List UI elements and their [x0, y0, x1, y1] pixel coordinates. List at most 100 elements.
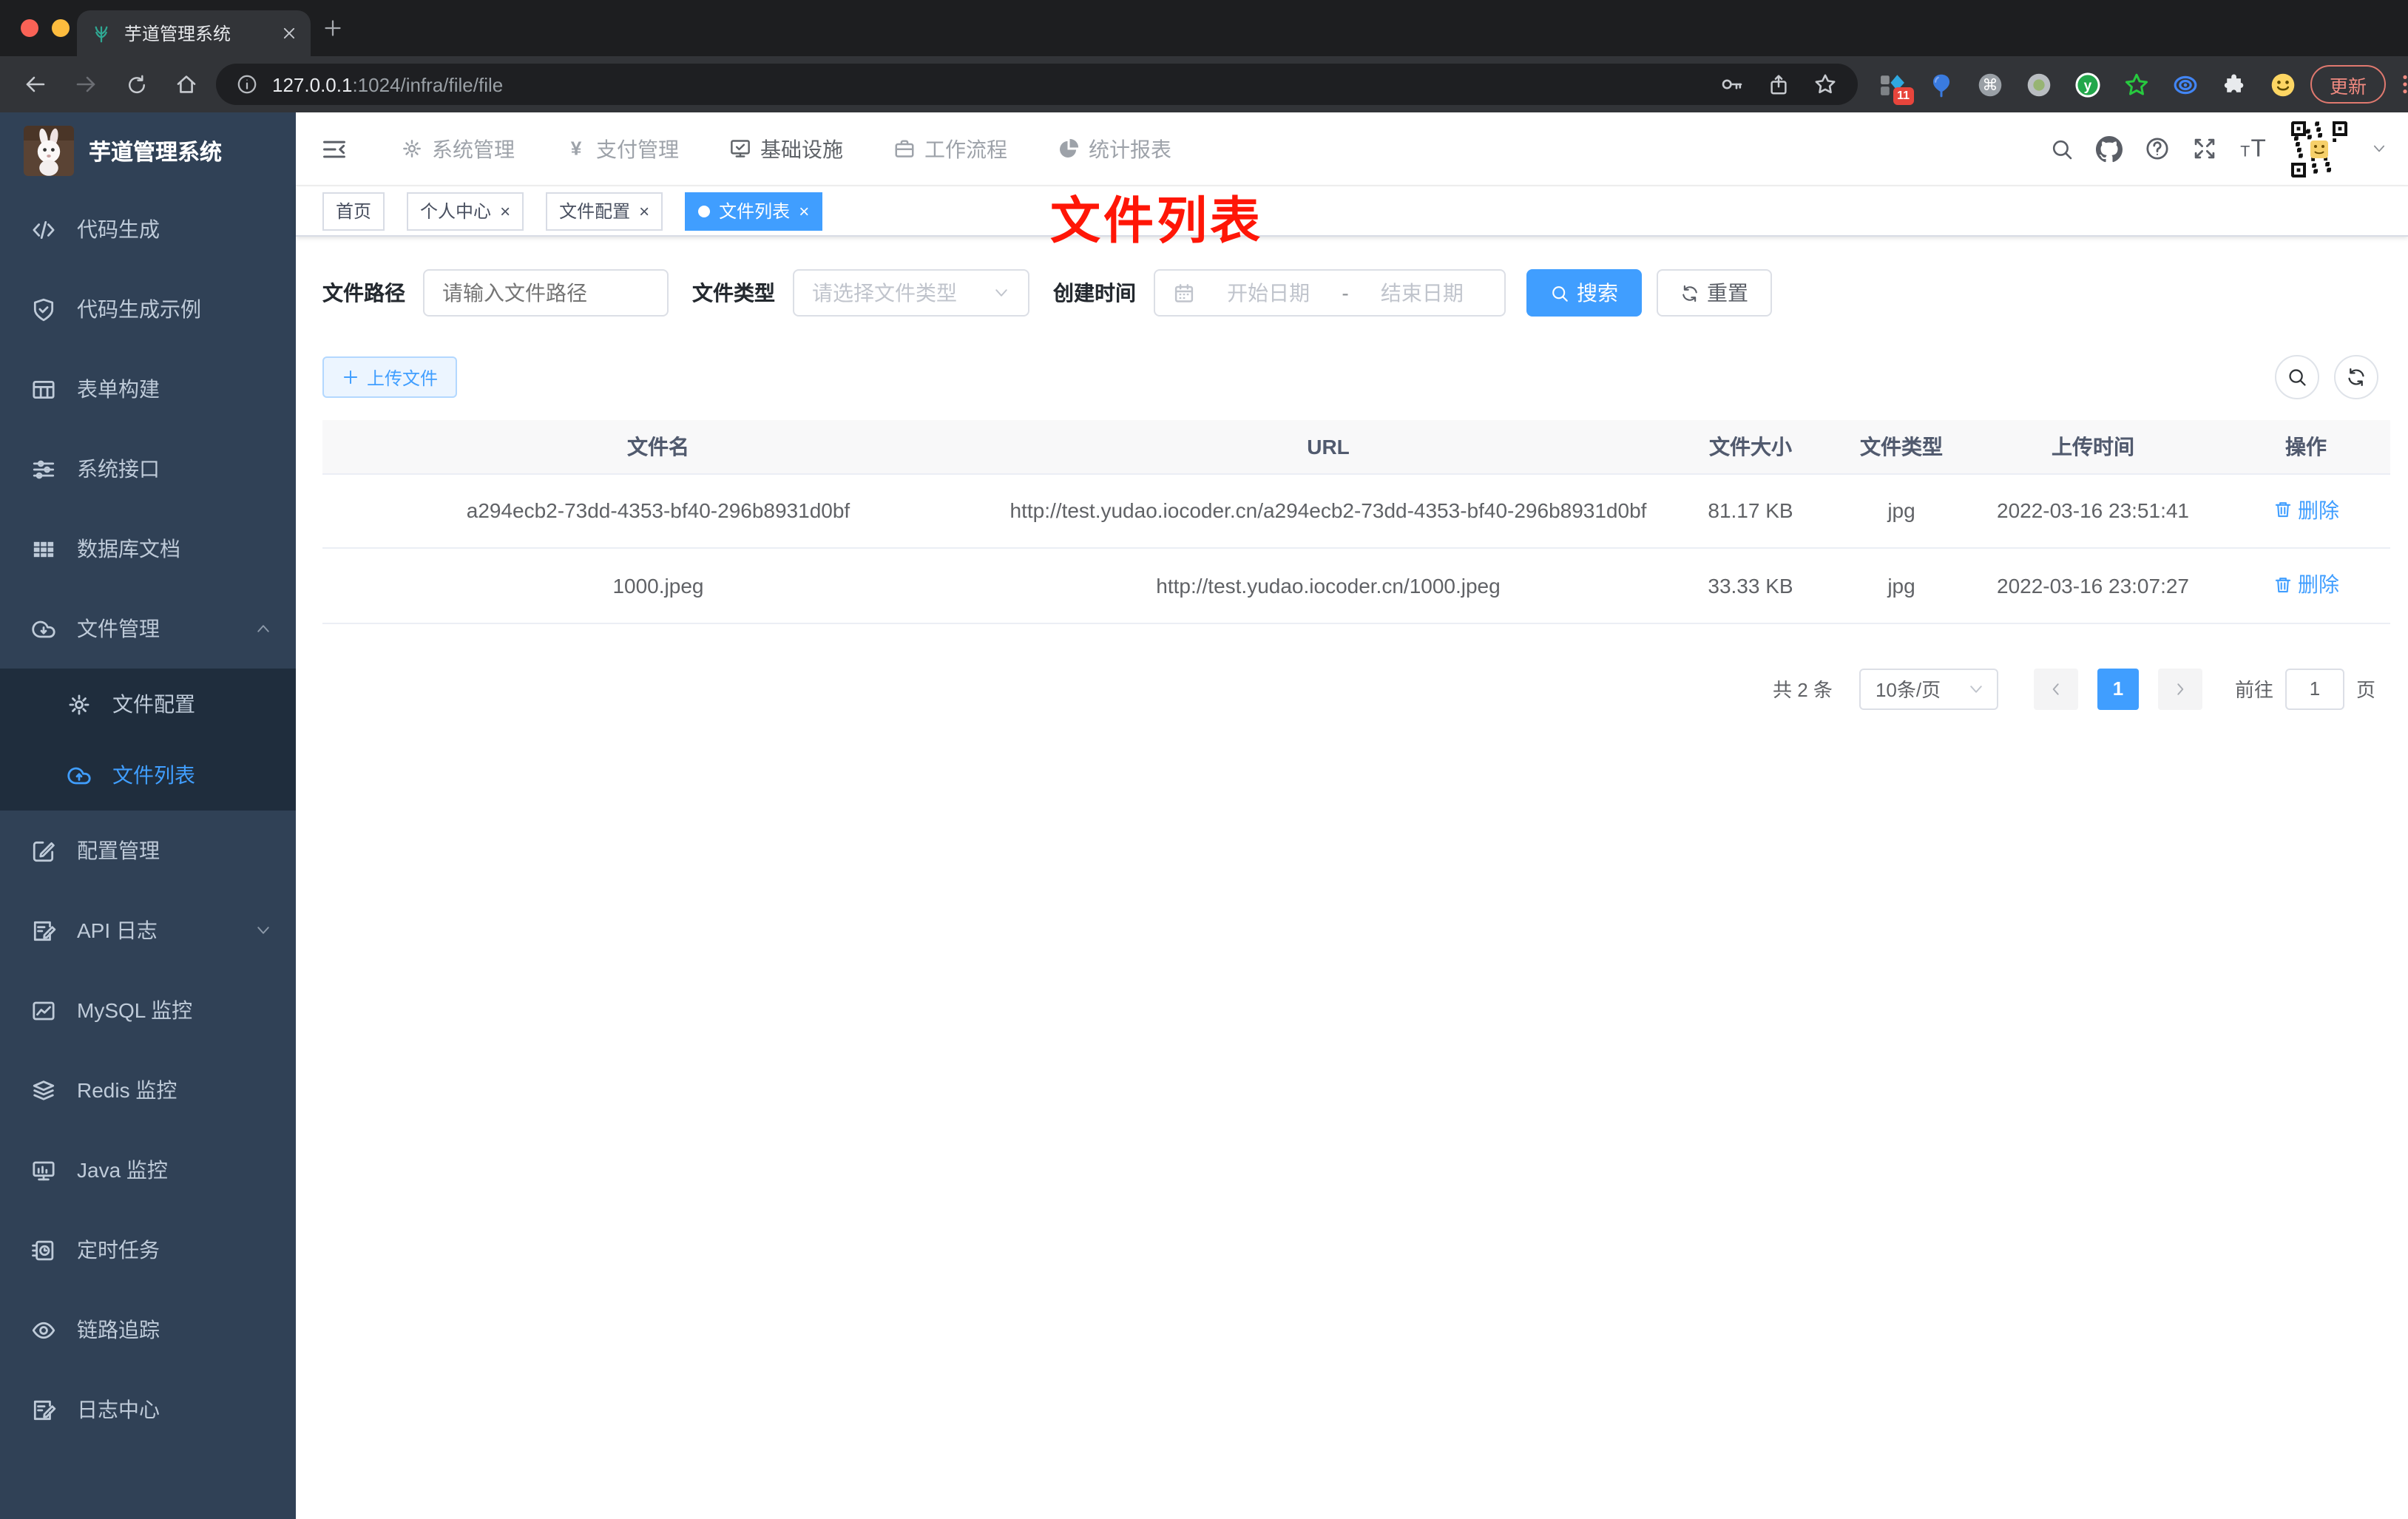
sidebar-item-系统接口[interactable]: 系统接口	[0, 429, 296, 509]
date-range-picker[interactable]: 开始日期 - 结束日期	[1154, 269, 1506, 317]
sidebar-item-定时任务[interactable]: 定时任务	[0, 1210, 296, 1290]
site-info-icon[interactable]	[237, 74, 257, 95]
upload-file-label: 上传文件	[367, 368, 439, 388]
qr-code-avatar[interactable]	[2290, 119, 2349, 178]
home-button[interactable]	[166, 64, 207, 105]
sidebar-logo[interactable]: 芋道管理系统	[0, 112, 296, 189]
sidebar-item-代码生成示例[interactable]: 代码生成示例	[0, 269, 296, 349]
sidebar-item-文件管理[interactable]: 文件管理	[0, 589, 296, 669]
new-tab-button[interactable]	[322, 18, 343, 38]
help-icon[interactable]	[2145, 136, 2170, 161]
password-key-icon[interactable]	[1720, 72, 1744, 96]
search-icon[interactable]	[2050, 137, 2074, 160]
eye-icon	[30, 1317, 56, 1342]
sidebar-item-文件列表[interactable]: 文件列表	[0, 740, 296, 811]
tag-首页[interactable]: 首页	[322, 192, 385, 230]
sidebar-item-API 日志[interactable]: API 日志	[0, 890, 296, 970]
delete-button[interactable]: 删除	[2273, 493, 2339, 526]
puzzle-extension-icon[interactable]	[2220, 71, 2247, 98]
sidebar-item-链路追踪[interactable]: 链路追踪	[0, 1290, 296, 1370]
bookmark-star-icon[interactable]	[1813, 72, 1837, 96]
database-grid-icon	[30, 536, 56, 561]
cell-name: a294ecb2-73dd-4353-bf40-296b8931d0bf	[322, 473, 994, 549]
page-size-value: 10条/页	[1875, 679, 1941, 701]
green-star-extension-icon[interactable]	[2123, 71, 2149, 98]
top-menu-基础设施[interactable]: 基础设施	[729, 134, 843, 163]
show-search-button[interactable]	[2275, 355, 2319, 399]
sliders-icon	[30, 456, 56, 481]
upload-file-button[interactable]: 上传文件	[322, 356, 458, 398]
font-size-icon[interactable]: TT	[2239, 135, 2267, 163]
top-menu-系统管理[interactable]: 系统管理	[401, 134, 515, 163]
command-extension-icon[interactable]: ⌘	[1976, 71, 2003, 98]
tag-close-icon[interactable]: ×	[799, 202, 809, 220]
browser-update-button[interactable]: 更新	[2310, 65, 2387, 104]
browser-menu-icon[interactable]	[2393, 72, 2408, 96]
fullscreen-icon[interactable]	[2192, 136, 2217, 161]
sidebar-item-代码生成[interactable]: 代码生成	[0, 189, 296, 269]
reset-button[interactable]: 重置	[1657, 269, 1772, 317]
search-button[interactable]: 搜索	[1526, 269, 1642, 317]
sidebar-item-MySQL 监控[interactable]: MySQL 监控	[0, 970, 296, 1050]
end-date-placeholder[interactable]: 结束日期	[1358, 278, 1487, 308]
tag-close-icon[interactable]: ×	[639, 202, 649, 220]
sidebar-item-label: 配置管理	[77, 839, 160, 862]
github-icon[interactable]	[2096, 135, 2123, 162]
sidebar-item-label: 文件管理	[77, 617, 160, 640]
delete-button[interactable]: 删除	[2273, 568, 2339, 601]
dot-circle-extension-icon[interactable]	[2025, 71, 2052, 98]
prev-page-button[interactable]	[2033, 668, 2078, 709]
sidebar-item-配置管理[interactable]: 配置管理	[0, 811, 296, 890]
total-count: 共 2 条	[1773, 679, 1833, 701]
address-bar[interactable]: 127.0.0.1:1024/infra/file/file	[216, 64, 1858, 105]
top-menu-统计报表[interactable]: 统计报表	[1058, 134, 1171, 163]
tag-文件列表[interactable]: 文件列表 ×	[685, 192, 823, 230]
pie-chart-icon	[1058, 138, 1080, 160]
page-size-select[interactable]: 10条/页	[1859, 668, 1998, 709]
next-page-button[interactable]	[2157, 668, 2202, 709]
sidebar-item-label: Java 监控	[77, 1158, 168, 1182]
date-separator: -	[1342, 281, 1349, 305]
sidebar-item-Java 监控[interactable]: Java 监控	[0, 1130, 296, 1210]
sidebar-item-Redis 监控[interactable]: Redis 监控	[0, 1050, 296, 1130]
browser-tab[interactable]: 芋道管理系统	[77, 10, 311, 56]
page-number-1[interactable]: 1	[2097, 668, 2139, 709]
share-icon[interactable]	[1768, 73, 1790, 95]
plus-icon	[342, 368, 359, 386]
sidebar-item-日志中心[interactable]: 日志中心	[0, 1370, 296, 1449]
y-badge-extension-icon[interactable]: y	[2074, 71, 2100, 98]
cell-action: 删除	[2222, 473, 2390, 549]
cell-time: 2022-03-16 23:07:27	[1964, 548, 2222, 623]
emoji-extension-icon[interactable]	[2269, 71, 2296, 98]
sidebar-item-表单构建[interactable]: 表单构建	[0, 349, 296, 429]
sidebar-item-文件配置[interactable]: 文件配置	[0, 669, 296, 740]
top-menu-工作流程[interactable]: 工作流程	[893, 134, 1007, 163]
rings-extension-icon[interactable]	[2171, 71, 2198, 98]
reload-button[interactable]	[115, 64, 157, 105]
refresh-table-button[interactable]	[2334, 355, 2378, 399]
file-path-input[interactable]	[425, 271, 667, 315]
back-button[interactable]	[15, 64, 56, 105]
start-date-placeholder[interactable]: 开始日期	[1204, 278, 1333, 308]
top-menu-支付管理[interactable]: ¥ 支付管理	[565, 134, 679, 163]
tab-close-icon[interactable]	[281, 25, 297, 41]
sidebar-item-label: 系统接口	[77, 457, 160, 481]
avatar-caret-down-icon[interactable]	[2371, 141, 2387, 157]
tag-close-icon[interactable]: ×	[500, 202, 510, 220]
window-minimize-button[interactable]	[52, 19, 70, 37]
svg-text:T: T	[2240, 143, 2250, 160]
table-row: a294ecb2-73dd-4353-bf40-296b8931d0bf http…	[322, 473, 2390, 549]
sidebar-collapse-icon[interactable]	[321, 135, 348, 162]
tag-个人中心[interactable]: 个人中心 ×	[407, 192, 524, 230]
sidebar-item-数据库文档[interactable]: 数据库文档	[0, 509, 296, 589]
pixel-blocks-extension-icon[interactable]: 11	[1878, 71, 1914, 105]
main-area: 系统管理 ¥ 支付管理 基础设施 工作流程 统计报表 TT 首页 个人中心 × 文件配置 × 文件列…	[296, 112, 2408, 1519]
svg-text:¥: ¥	[571, 138, 582, 159]
window-close-button[interactable]	[21, 19, 38, 37]
trash-icon	[2273, 575, 2292, 594]
balloon-extension-icon[interactable]	[1927, 71, 1954, 98]
tag-文件配置[interactable]: 文件配置 ×	[546, 192, 663, 230]
file-type-select[interactable]: 请选择文件类型	[793, 269, 1029, 317]
goto-page-input[interactable]	[2284, 668, 2344, 709]
forward-button[interactable]	[65, 64, 106, 105]
